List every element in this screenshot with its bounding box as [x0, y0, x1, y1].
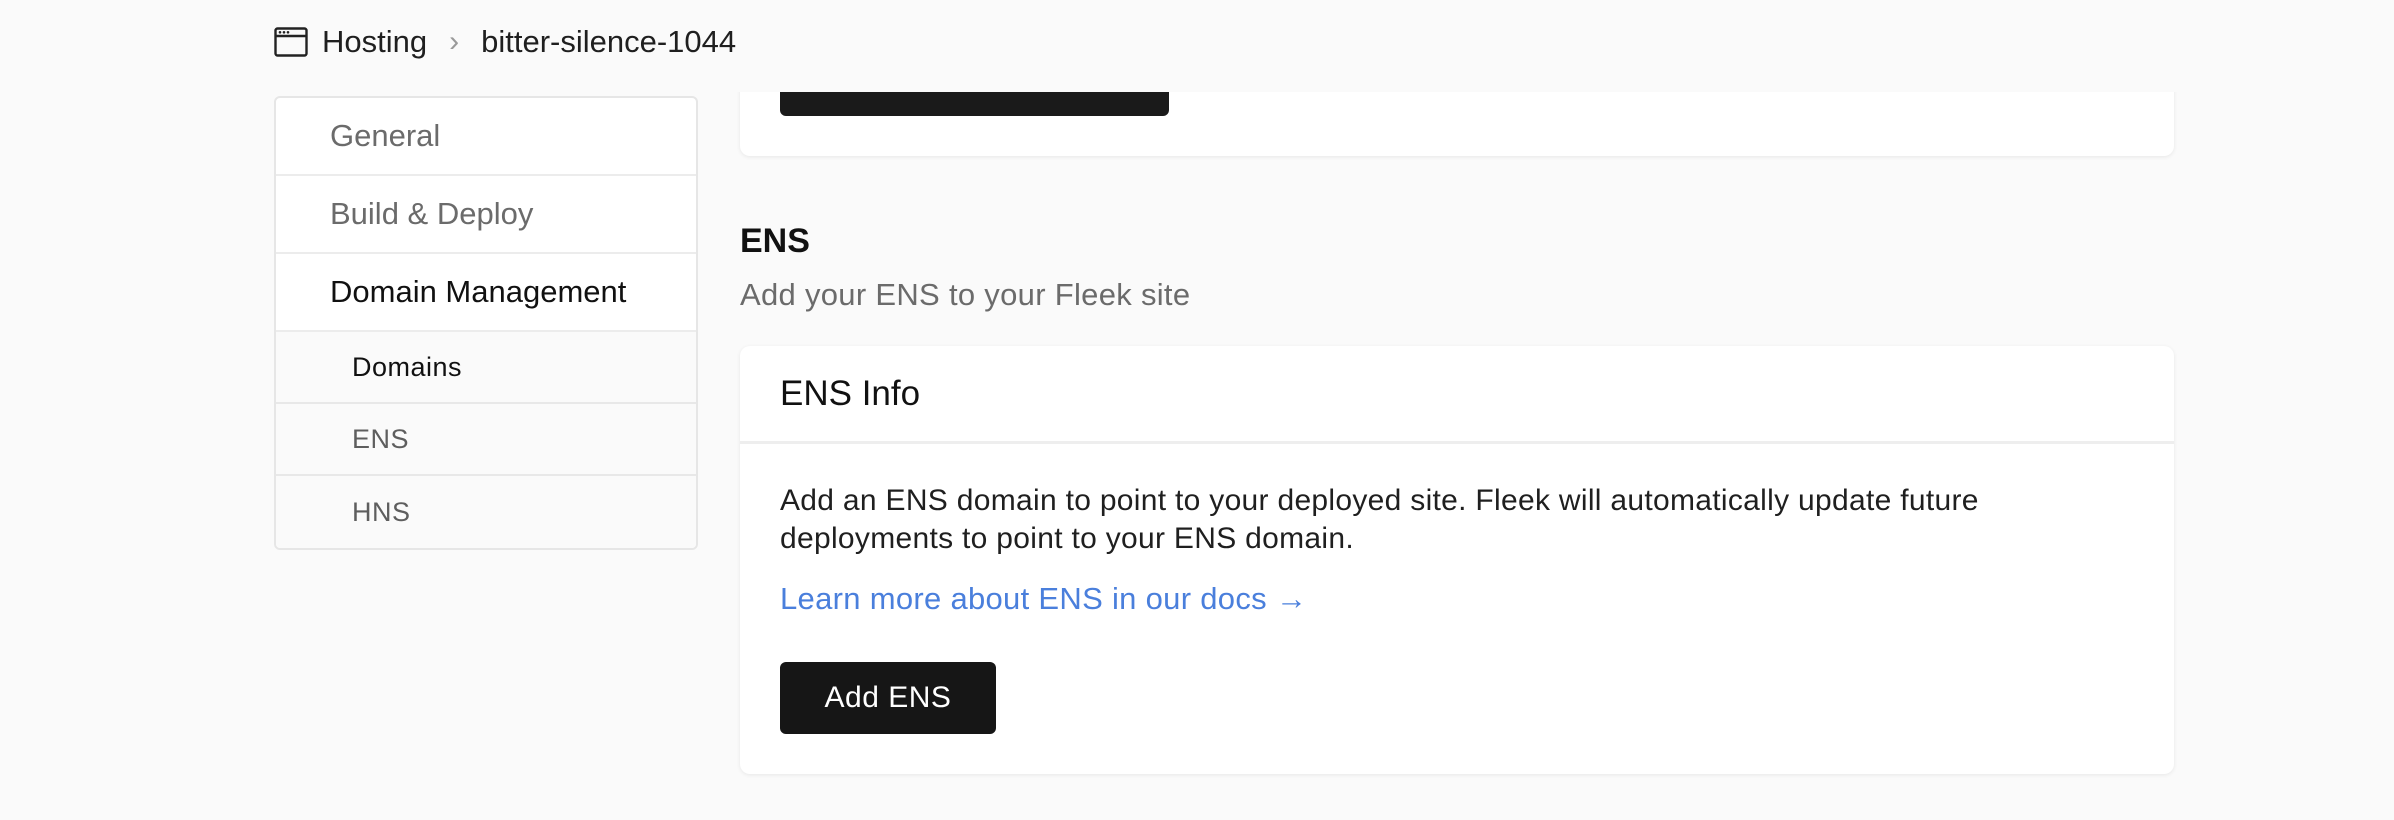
chevron-right-icon: ›	[449, 25, 460, 58]
ens-docs-link[interactable]: Learn more about ENS in our docs →	[780, 581, 1307, 617]
settings-sidebar: General Build & Deploy Domain Management…	[274, 96, 698, 550]
ens-description: Add an ENS domain to point to your deplo…	[780, 484, 1979, 555]
ens-card-title: ENS Info	[740, 346, 2174, 444]
sidebar-item-domain-management[interactable]: Domain Management	[276, 254, 696, 332]
section-subtitle: Add your ENS to your Fleek site	[740, 277, 1191, 312]
section-title: ENS	[740, 222, 810, 260]
sidebar-item-build-deploy[interactable]: Build & Deploy	[276, 176, 696, 254]
add-ens-button[interactable]: Add ENS	[780, 662, 996, 734]
breadcrumb-site-name[interactable]: bitter-silence-1044	[481, 24, 736, 60]
sidebar-subitem-ens[interactable]: ENS	[276, 404, 696, 476]
browser-window-icon	[274, 27, 308, 57]
breadcrumb-hosting-link[interactable]: Hosting	[322, 24, 427, 60]
breadcrumb: Hosting › bitter-silence-1044	[274, 22, 736, 62]
sidebar-item-general[interactable]: General	[276, 98, 696, 176]
ens-info-card: ENS Info Add an ENS domain to point to y…	[740, 346, 2174, 774]
sidebar-subitem-hns[interactable]: HNS	[276, 476, 696, 548]
sidebar-subitem-domains[interactable]: Domains	[276, 332, 696, 404]
